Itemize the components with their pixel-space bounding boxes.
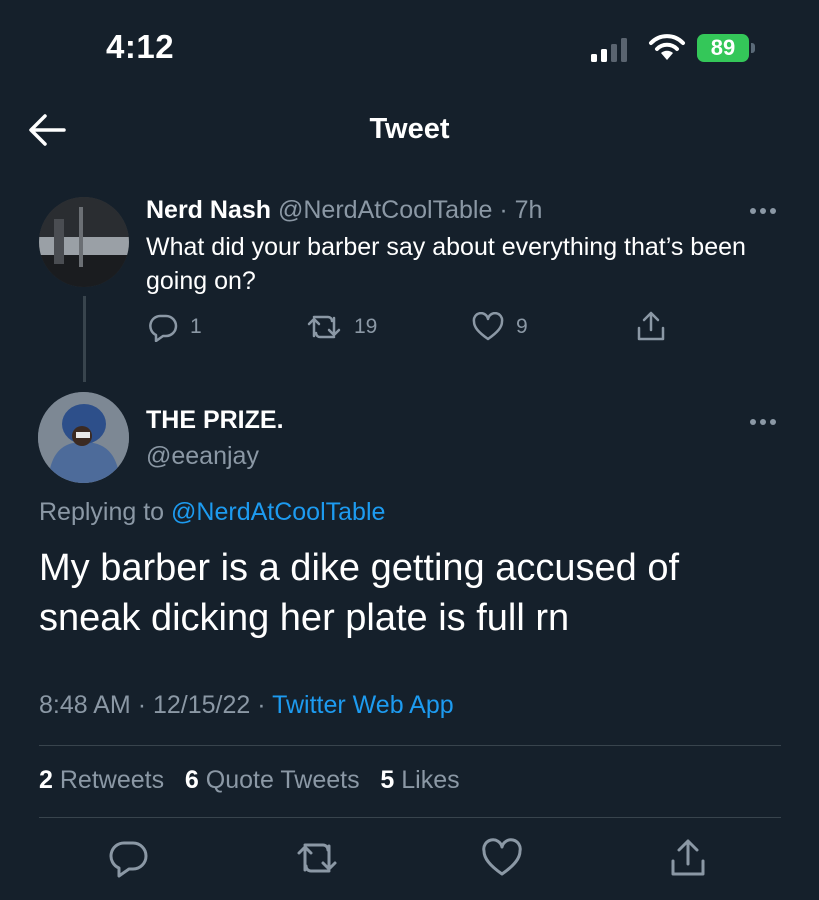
divider [39, 745, 781, 746]
battery-level: 89 [710, 35, 736, 60]
retweet-button[interactable]: 19 [306, 312, 377, 342]
tweet-time: 7h [514, 196, 543, 224]
replying-prefix: Replying to [39, 498, 165, 526]
separator-dot: · [499, 196, 508, 224]
likes-stat[interactable]: 5 Likes [380, 766, 459, 794]
more-options-icon[interactable] [750, 208, 780, 216]
divider [39, 817, 781, 818]
main-tweet-text: My barber is a dike getting accused of s… [39, 547, 680, 639]
author-name[interactable]: THE PRIZE. [146, 406, 284, 435]
tweet-date: 12/15/22 [152, 691, 251, 719]
wifi-icon [649, 34, 685, 60]
replying-to-handle-link[interactable]: @NerdAtCoolTable [171, 498, 385, 526]
quote-tweets-stat[interactable]: 6 Quote Tweets [185, 766, 360, 794]
avatar-the-prize[interactable] [38, 392, 129, 483]
share-icon[interactable] [666, 836, 710, 880]
page-title: Tweet [369, 113, 450, 145]
heart-icon [472, 312, 504, 341]
avatar-nerd-nash[interactable] [39, 197, 129, 287]
separator-dot: · [137, 691, 147, 719]
share-icon[interactable] [636, 310, 666, 342]
tweet-time: 8:48 AM [39, 691, 131, 719]
author-handle[interactable]: @NerdAtCoolTable [278, 196, 492, 224]
reply-icon [149, 314, 178, 342]
more-options-icon[interactable] [750, 419, 780, 427]
tweet-metadata: 8:48 AM · 12/15/22 · Twitter Web App [39, 691, 454, 720]
replying-to: Replying to @NerdAtCoolTable [39, 498, 385, 527]
status-time: 4:12 [106, 28, 175, 65]
retweets-stat[interactable]: 2 Retweets [39, 766, 164, 794]
tweet-source-link[interactable]: Twitter Web App [272, 691, 454, 719]
heart-icon[interactable] [480, 836, 524, 880]
retweet-count: 19 [354, 315, 378, 338]
like-count: 9 [516, 315, 528, 338]
parent-tweet-text: What did your barber say about everythin… [146, 233, 746, 295]
retweet-icon [307, 315, 341, 339]
like-button[interactable]: 9 [472, 312, 528, 342]
parent-tweet-header: Nerd Nash @NerdAtCoolTable · 7h [146, 196, 542, 225]
cellular-signal-icon [591, 38, 627, 62]
retweet-icon[interactable] [295, 836, 339, 880]
separator-dot: · [257, 691, 266, 719]
reply-count: 1 [190, 315, 202, 338]
author-name[interactable]: Nerd Nash [146, 196, 271, 224]
author-handle[interactable]: @eeanjay [146, 442, 259, 471]
reply-icon[interactable] [107, 836, 151, 880]
reply-button[interactable]: 1 [148, 312, 202, 342]
battery-icon: 89 [697, 34, 757, 62]
thread-line [83, 296, 86, 382]
engagement-stats: 2 Retweets 6 Quote Tweets 5 Likes [39, 766, 460, 795]
